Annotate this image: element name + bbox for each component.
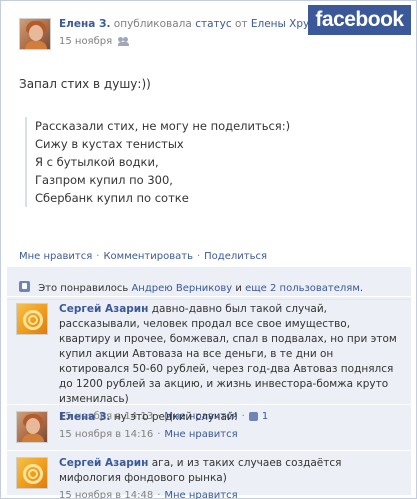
comment-time[interactable]: 15 ноября в 14:16 <box>59 427 153 442</box>
comment-text: ну это редкий случай! <box>113 411 238 423</box>
comment-time[interactable]: 15 ноября в 14:48 <box>59 488 153 499</box>
story-timestamp: 15 ноября <box>59 36 130 47</box>
liker-link[interactable]: Андрею Верникову <box>131 283 232 294</box>
story-headline: Елена З. опубликовала статус от Елены Хр… <box>59 18 342 30</box>
comment-meta: 15 ноября в 14:16 · Мне нравится <box>59 427 399 442</box>
likes-suffix: . <box>359 283 364 294</box>
like-button[interactable]: Мне нравится <box>19 251 92 262</box>
story-header: Елена З. опубликовала статус от Елены Хр… <box>1 1 416 57</box>
comment-item: Сергей Азарин давно-давно был такой случ… <box>7 296 411 422</box>
separator: · <box>157 429 161 440</box>
quote-line: Рассказали стих, не могу не поделиться:) <box>35 119 291 133</box>
shared-quote: Рассказали стих, не могу не поделиться:)… <box>25 117 405 207</box>
comment-like-button[interactable]: Мне нравится <box>164 427 237 442</box>
other-likers-link[interactable]: еще 2 пользователям <box>245 283 360 294</box>
commenter-avatar[interactable] <box>16 457 48 489</box>
share-button[interactable]: Поделиться <box>204 251 267 262</box>
comment-meta: 15 ноября в 14:48 · Мне нравится <box>59 488 399 499</box>
quote-line: Я с бутылкой водки, <box>35 155 159 169</box>
from-text: от <box>234 18 248 30</box>
quote-line: Сбербанк купил по сотке <box>35 191 189 205</box>
commenter-name[interactable]: Елена З. <box>59 411 110 423</box>
author-name[interactable]: Елена З. <box>59 18 110 30</box>
separator: · <box>196 251 201 262</box>
commenter-name[interactable]: Сергей Азарин <box>59 457 148 469</box>
commenter-name[interactable]: Сергей Азарин <box>59 303 148 315</box>
facebook-logo: facebook <box>308 5 411 35</box>
likes-and: и <box>235 283 242 294</box>
comment-text: давно-давно был такой случай, рассказыва… <box>59 303 397 405</box>
people-icon[interactable] <box>118 37 130 46</box>
comment-button[interactable]: Комментировать <box>103 251 193 262</box>
quote-line: Сижу в кустах тенистых <box>35 137 184 151</box>
likes-prefix: Это понравилось <box>38 283 129 294</box>
action-text: опубликовала <box>113 18 192 30</box>
status-message: Запал стих в душу:)) <box>19 77 151 91</box>
comment-item: Елена З. ну это редкий случай! 15 ноября… <box>7 404 411 450</box>
feed-story: Елена З. опубликовала статус от Елены Хр… <box>0 0 417 499</box>
comment-body: Елена З. ну это редкий случай! 15 ноября… <box>59 410 399 442</box>
commenter-avatar[interactable] <box>16 411 48 443</box>
commenter-avatar[interactable] <box>16 303 48 335</box>
date-text[interactable]: 15 ноября <box>59 36 112 47</box>
comment-body: Сергей Азарин ага, и из таких случаев со… <box>59 456 399 499</box>
feedback-panel: Это понравилось Андрею Верникову и еще 2… <box>7 267 411 499</box>
comment-like-button[interactable]: Мне нравится <box>164 488 237 499</box>
separator: · <box>96 251 100 262</box>
quote-line: Газпром купил по 300, <box>35 173 173 187</box>
author-avatar[interactable] <box>19 18 51 50</box>
thumbs-up-icon <box>19 281 30 292</box>
comment-item: Сергей Азарин ага, и из таких случаев со… <box>7 450 411 499</box>
story-actions: Мне нравится · Комментировать · Поделиться <box>19 251 267 262</box>
separator: · <box>157 490 161 499</box>
status-link[interactable]: статус <box>195 18 231 30</box>
